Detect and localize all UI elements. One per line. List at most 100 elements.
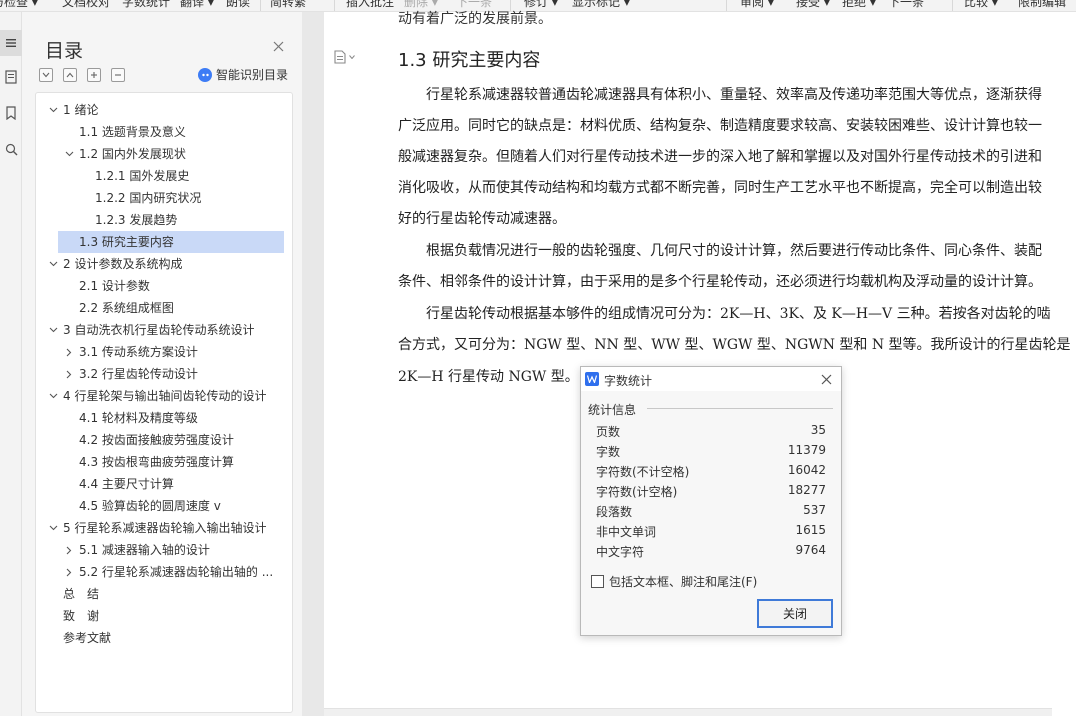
ribbon-item[interactable]: 字数统计	[122, 0, 170, 10]
toc-item[interactable]: 致 谢	[36, 605, 292, 627]
horizontal-scrollbar[interactable]	[324, 708, 1052, 716]
ribbon-item[interactable]: 审阅 ▾	[740, 0, 774, 10]
toc-item[interactable]: 5.1 减速器输入轴的设计	[36, 539, 292, 561]
ribbon-item[interactable]: 限制编辑	[1018, 0, 1066, 10]
toc-item[interactable]: 5 行星轮系减速器齿轮输入输出轴设计	[36, 517, 292, 539]
chevron-down-icon[interactable]	[47, 319, 59, 341]
toc-item-label: 5.1 减速器输入轴的设计	[79, 543, 210, 557]
ribbon-item[interactable]: 下一条	[888, 0, 924, 10]
paragraph-line: 消化吸收，从而使其传动结构和均载方式都不断完善，同时生产工艺水平也不断提高，完全…	[398, 180, 1042, 196]
paragraph-line: 根据负载情况进行一般的齿轮强度、几何尺寸的设计计算，然后要进行传动比条件、同心条…	[398, 243, 1042, 259]
stat-label: 字数	[596, 445, 621, 459]
stat-row: 字符数(计空格) 18277	[596, 481, 826, 501]
toc-item[interactable]: 1.2 国内外发展现状	[36, 143, 292, 165]
include-textbox-checkbox[interactable]: 包括文本框、脚注和尾注(F)	[591, 573, 757, 590]
smart-toc-icon	[198, 67, 212, 82]
minus-icon[interactable]	[111, 68, 125, 82]
stat-value: 35	[810, 423, 826, 437]
toc-item-label: 4 行星轮架与输出轴间齿轮传动的设计	[63, 389, 267, 403]
close-button[interactable]: 关闭	[757, 599, 833, 628]
chevron-down-icon[interactable]	[63, 143, 75, 165]
toc-item[interactable]: 3 自动洗衣机行星齿轮传动系统设计	[36, 319, 292, 341]
expand-icon[interactable]	[63, 68, 77, 82]
collapse-icon[interactable]	[39, 68, 53, 82]
ribbon-item[interactable]: 显示标记 ▾	[572, 0, 630, 10]
chevron-right-icon[interactable]	[63, 539, 75, 561]
chevron-down-icon[interactable]	[47, 517, 59, 539]
section-heading: 1.3 研究主要内容	[398, 50, 541, 71]
toc-list: 1 绪论 1.1 选题背景及意义 1.2 国内外发展现状 1.2.1 国外发展史 1.2…	[35, 92, 293, 713]
toc-item[interactable]: 4.2 按齿面接触疲劳强度设计	[36, 429, 292, 451]
stat-row: 段落数 537	[596, 501, 826, 521]
toc-item[interactable]: 4.1 轮材料及精度等级	[36, 407, 292, 429]
toc-icon[interactable]	[0, 30, 22, 56]
toc-item[interactable]: 4 行星轮架与输出轴间齿轮传动的设计	[36, 385, 292, 407]
chevron-down-icon[interactable]	[47, 99, 59, 121]
close-icon[interactable]	[819, 372, 833, 386]
toc-item-label: 2 设计参数及系统构成	[63, 257, 183, 271]
stats-group-label: 统计信息	[588, 403, 637, 417]
ribbon-item[interactable]: 比较 ▾	[964, 0, 998, 10]
checkbox-label: 包括文本框、脚注和尾注(F)	[609, 575, 758, 589]
toc-item[interactable]: 5.2 行星轮系减速器齿轮输出轴的 ...	[36, 561, 292, 583]
plus-icon[interactable]	[87, 68, 101, 82]
toc-item[interactable]: 1 绪论	[36, 99, 292, 121]
bookmark-icon[interactable]	[0, 100, 22, 126]
toc-item[interactable]: 1.2.2 国内研究状况	[36, 187, 292, 209]
ribbon-item[interactable]: 朗读	[226, 0, 250, 10]
ribbon-item[interactable]: 简转繁	[270, 0, 306, 10]
stat-value: 18277	[787, 483, 826, 497]
chevron-right-icon[interactable]	[63, 341, 75, 363]
toc-item[interactable]: 1.1 选题背景及意义	[36, 121, 292, 143]
find-icon[interactable]	[0, 136, 22, 162]
paragraph-line: 合方式，又可分为：NGW 型、NN 型、WW 型、WGW 型、NGWN 型和 N…	[398, 337, 1071, 353]
smart-toc-button[interactable]: 智能识别目录	[198, 66, 288, 83]
stat-label: 非中文单词	[596, 525, 657, 539]
toc-item[interactable]: 1.2.1 国外发展史	[36, 165, 292, 187]
paragraph-menu-icon[interactable]	[334, 50, 355, 64]
toc-item-label: 1 绪论	[63, 103, 99, 117]
toc-item[interactable]: 4.4 主要尺寸计算	[36, 473, 292, 495]
ribbon-item[interactable]: 与检查 ▾	[0, 0, 38, 10]
toc-item[interactable]: 4.3 按齿根弯曲疲劳强度计算	[36, 451, 292, 473]
ribbon-item[interactable]: 插入批注	[346, 0, 394, 10]
toc-item[interactable]: 1.2.3 发展趋势	[36, 209, 292, 231]
toc-item-label: 5 行星轮系减速器齿轮输入输出轴设计	[63, 521, 267, 535]
paragraph-line: 好的行星齿轮传动减速器。	[398, 211, 566, 227]
chevron-down-icon[interactable]	[47, 385, 59, 407]
toc-item-label: 5.2 行星轮系减速器齿轮输出轴的 ...	[79, 565, 274, 579]
close-icon[interactable]	[270, 38, 286, 54]
checkbox-box[interactable]	[591, 575, 604, 588]
toc-item-label: 1.2.1 国外发展史	[95, 169, 190, 183]
paragraph-line: 般减速器复杂。但随着人们对行星传动技术进一步的深入地了解和掌握以及对国外行星传动…	[398, 149, 1042, 165]
ribbon-item[interactable]: 文档校对	[62, 0, 110, 10]
side-icon-strip	[0, 12, 22, 716]
smart-toc-label: 智能识别目录	[216, 68, 289, 82]
toc-item[interactable]: 2.2 系统组成框图	[36, 297, 292, 319]
toc-item-label: 1.2.2 国内研究状况	[95, 191, 202, 205]
chevron-down-icon[interactable]	[47, 253, 59, 275]
ribbon-item[interactable]: 拒绝 ▾	[842, 0, 876, 10]
chevron-right-icon[interactable]	[63, 363, 75, 385]
toc-item-label: 1.3 研究主要内容	[79, 235, 174, 249]
dialog-titlebar[interactable]: 字数统计	[581, 367, 841, 391]
ribbon-item[interactable]: 接受 ▾	[796, 0, 830, 10]
toc-item[interactable]: 总 结	[36, 583, 292, 605]
toc-item[interactable]: 2 设计参数及系统构成	[36, 253, 292, 275]
chevron-right-icon[interactable]	[63, 561, 75, 583]
toc-item[interactable]: 2.1 设计参数	[36, 275, 292, 297]
pages-icon[interactable]	[0, 64, 22, 90]
stat-row: 非中文单词 1615	[596, 521, 826, 541]
paragraph-line: 行星齿轮传动根据基本够件的组成情况可分为：2K—H、3K、及 K—H—V 三种。…	[398, 306, 1051, 322]
toc-item[interactable]: 3.2 行星齿轮传动设计	[36, 363, 292, 385]
toc-item-label: 总 结	[63, 587, 100, 601]
toc-item-label: 1.2.3 发展趋势	[95, 213, 178, 227]
toc-item-label: 4.1 轮材料及精度等级	[79, 411, 198, 425]
toc-item-label: 4.3 按齿根弯曲疲劳强度计算	[79, 455, 234, 469]
toc-item[interactable]: 3.1 传动系统方案设计	[36, 341, 292, 363]
toc-item[interactable]: 4.5 验算齿轮的圆周速度 v	[36, 495, 292, 517]
toc-item[interactable]: 1.3 研究主要内容	[58, 231, 284, 253]
ribbon-item[interactable]: 翻译 ▾	[180, 0, 214, 10]
toc-item[interactable]: 参考文献	[36, 627, 292, 649]
toc-item-label: 3.2 行星齿轮传动设计	[79, 367, 198, 381]
